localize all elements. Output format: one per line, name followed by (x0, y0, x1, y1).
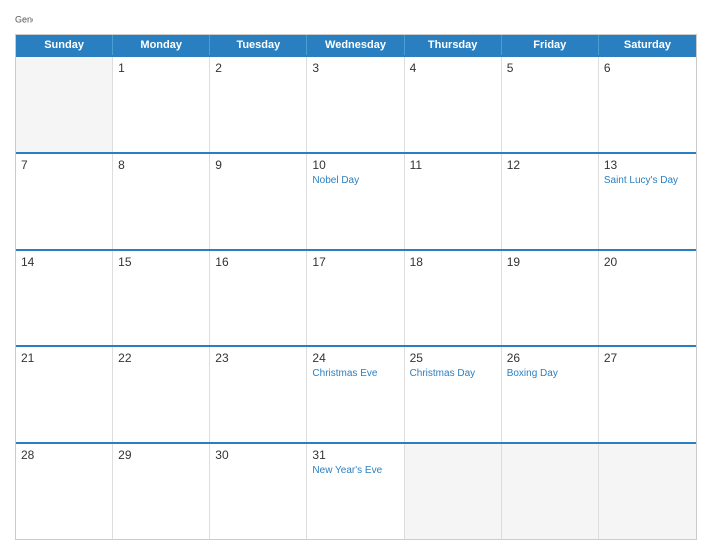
day-number: 20 (604, 255, 691, 269)
calendar-week: 789 10 Nobel Day 11 12 13 Saint Lucy's Day (16, 152, 696, 249)
calendar-cell: 2 (210, 57, 307, 152)
day-number: 28 (21, 448, 107, 462)
day-number: 29 (118, 448, 204, 462)
day-number: 11 (410, 158, 496, 172)
calendar: SundayMondayTuesdayWednesdayThursdayFrid… (15, 34, 697, 540)
svg-text:General: General (15, 15, 33, 25)
calendar-week: 21 22 23 24 Christmas Eve 25 Christmas Day 26 Bo… (16, 345, 696, 442)
day-number: 1 (118, 61, 204, 75)
weekday-header: Monday (113, 35, 210, 55)
calendar-cell: 6 (599, 57, 696, 152)
calendar-cell: 5 (502, 57, 599, 152)
calendar-cell: 4 (405, 57, 502, 152)
day-number: 6 (604, 61, 691, 75)
day-number: 25 (410, 351, 496, 365)
day-number: 7 (21, 158, 107, 172)
calendar-cell: 28 (16, 444, 113, 539)
day-number: 15 (118, 255, 204, 269)
calendar-cell: 29 (113, 444, 210, 539)
calendar-header: SundayMondayTuesdayWednesdayThursdayFrid… (16, 35, 696, 55)
day-number: 19 (507, 255, 593, 269)
calendar-cell: 20 (599, 251, 696, 346)
calendar-cell: 9 (210, 154, 307, 249)
day-number: 21 (21, 351, 107, 365)
day-event: Christmas Eve (312, 367, 398, 380)
logo-icon: General (15, 10, 33, 28)
weekday-header: Friday (502, 35, 599, 55)
calendar-cell (599, 444, 696, 539)
calendar-page: General SundayMondayTuesdayWednesdayThur… (0, 0, 712, 550)
weekday-header: Saturday (599, 35, 696, 55)
day-number: 10 (312, 158, 398, 172)
day-number: 24 (312, 351, 398, 365)
calendar-body: 12345678910Nobel Day111213Saint Lucy's D… (16, 55, 696, 539)
day-number: 17 (312, 255, 398, 269)
day-number: 22 (118, 351, 204, 365)
calendar-cell: 23 (210, 347, 307, 442)
day-event: Nobel Day (312, 174, 398, 187)
day-event: New Year's Eve (312, 464, 398, 477)
calendar-week: 14 15 16 17 18 19 20 (16, 249, 696, 346)
calendar-week: 28 29 30 31 New Year's Eve (16, 442, 696, 539)
page-header: General (15, 10, 697, 28)
calendar-cell: 26 Boxing Day (502, 347, 599, 442)
day-number: 26 (507, 351, 593, 365)
calendar-cell: 14 (16, 251, 113, 346)
day-number: 16 (215, 255, 301, 269)
day-number: 31 (312, 448, 398, 462)
day-number: 8 (118, 158, 204, 172)
calendar-week: 123456 (16, 55, 696, 152)
day-event: Saint Lucy's Day (604, 174, 691, 187)
day-number: 3 (312, 61, 398, 75)
day-event: Christmas Day (410, 367, 496, 380)
calendar-cell: 16 (210, 251, 307, 346)
calendar-cell: 10 Nobel Day (307, 154, 404, 249)
calendar-cell: 27 (599, 347, 696, 442)
day-number: 23 (215, 351, 301, 365)
logo: General (15, 10, 35, 28)
calendar-cell (502, 444, 599, 539)
weekday-header: Tuesday (210, 35, 307, 55)
weekday-header: Sunday (16, 35, 113, 55)
day-number: 5 (507, 61, 593, 75)
calendar-cell: 24 Christmas Eve (307, 347, 404, 442)
calendar-cell: 21 (16, 347, 113, 442)
calendar-cell (405, 444, 502, 539)
calendar-cell: 3 (307, 57, 404, 152)
calendar-cell: 7 (16, 154, 113, 249)
calendar-cell: 1 (113, 57, 210, 152)
calendar-cell: 15 (113, 251, 210, 346)
day-number: 12 (507, 158, 593, 172)
day-number: 14 (21, 255, 107, 269)
calendar-cell: 31 New Year's Eve (307, 444, 404, 539)
calendar-cell (16, 57, 113, 152)
day-number: 13 (604, 158, 691, 172)
weekday-header: Wednesday (307, 35, 404, 55)
calendar-cell: 12 (502, 154, 599, 249)
weekday-header: Thursday (405, 35, 502, 55)
calendar-cell: 17 (307, 251, 404, 346)
calendar-cell: 19 (502, 251, 599, 346)
day-number: 30 (215, 448, 301, 462)
calendar-cell: 8 (113, 154, 210, 249)
day-number: 2 (215, 61, 301, 75)
calendar-cell: 22 (113, 347, 210, 442)
calendar-cell: 11 (405, 154, 502, 249)
day-event: Boxing Day (507, 367, 593, 380)
calendar-cell: 25 Christmas Day (405, 347, 502, 442)
day-number: 9 (215, 158, 301, 172)
calendar-cell: 30 (210, 444, 307, 539)
calendar-cell: 13 Saint Lucy's Day (599, 154, 696, 249)
day-number: 18 (410, 255, 496, 269)
day-number: 27 (604, 351, 691, 365)
day-number: 4 (410, 61, 496, 75)
calendar-cell: 18 (405, 251, 502, 346)
